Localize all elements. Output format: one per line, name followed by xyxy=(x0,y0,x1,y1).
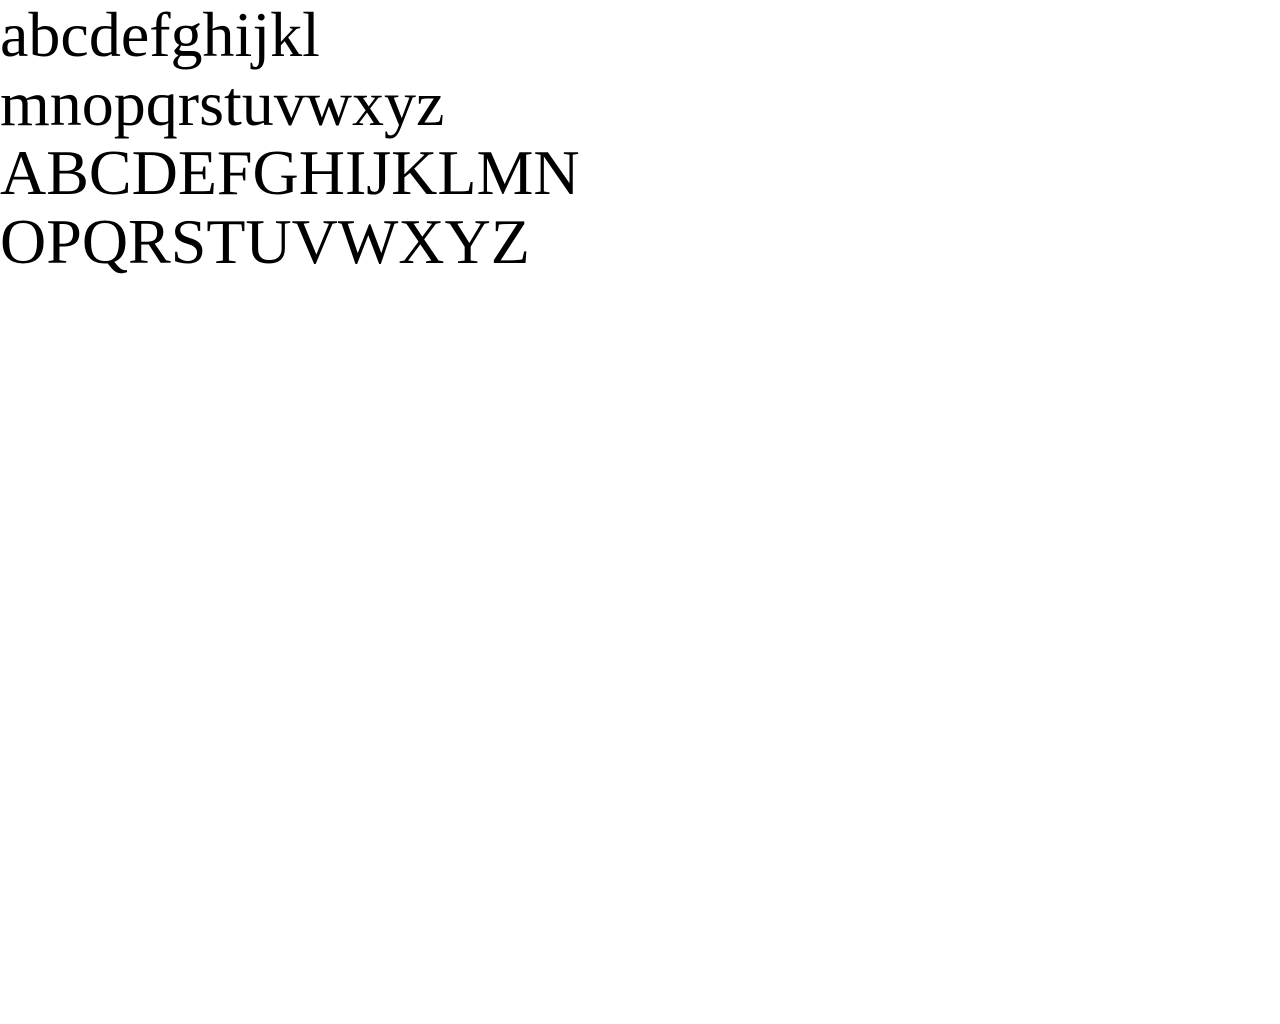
uppercase-line-o-to-z: OPQRSTUVWXYZ xyxy=(0,206,530,277)
lowercase-line-m-to-z: mnopqrstuvwxyz xyxy=(0,68,445,139)
alphabet-text-block: abcdefghijkl mnopqrstuvwxyz ABCDEFGHIJKL… xyxy=(0,0,580,276)
lowercase-line-a-to-l: abcdefghijkl xyxy=(0,0,320,70)
uppercase-line-a-to-n: ABCDEFGHIJKLMN xyxy=(0,137,580,208)
